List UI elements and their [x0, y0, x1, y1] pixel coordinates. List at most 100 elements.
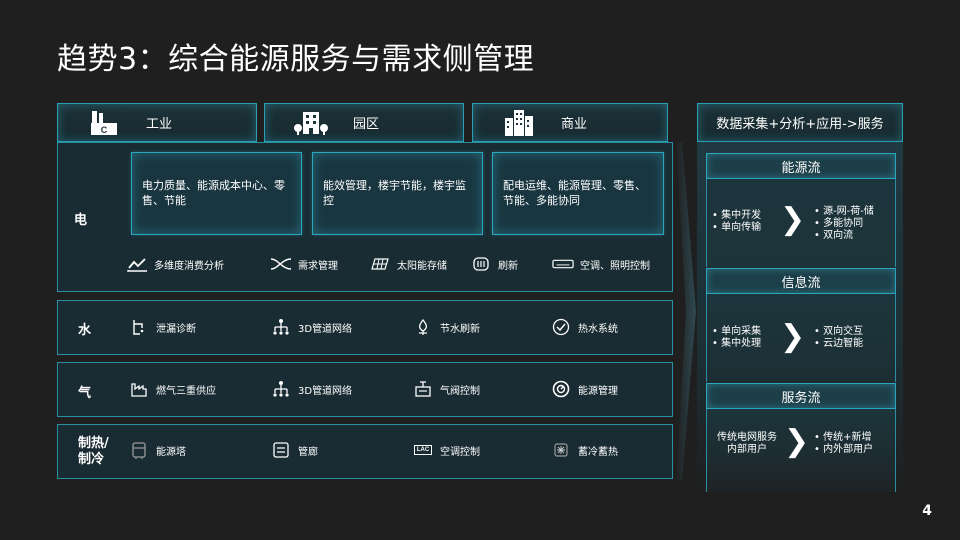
service-flow-left-list: 传统电网服务 内部用户: [712, 432, 782, 456]
pipe-gallery-icon: [270, 441, 292, 459]
building-icon: [291, 108, 331, 138]
list-item: 云边智能: [814, 338, 863, 350]
air-conditioner-icon: [552, 255, 574, 273]
info-flow-left-list: 单向采集 集中处理: [712, 326, 761, 350]
energy-flow-title: 能源流: [706, 153, 896, 179]
item-label: 蓄冷蓄热: [578, 446, 618, 458]
heating-item: 管廊: [270, 441, 318, 459]
electric-commerce-box: 配电运维、能源管理、零售、节能、多能协同: [492, 152, 664, 235]
dial-icon: [550, 380, 572, 398]
water-item: 热水系统: [550, 318, 618, 336]
item-label: 3D管道网络: [298, 323, 353, 335]
item-label: 泄漏诊断: [156, 323, 196, 335]
item-label: 3D管道网络: [298, 385, 353, 397]
service-flow-right-list: 传统+新增 内外部用户: [814, 432, 873, 456]
list-item: 集中处理: [712, 338, 761, 350]
header-label: 商业: [561, 117, 588, 132]
list-item: 单向采集: [712, 326, 761, 338]
electric-item: 多维度消费分析: [126, 255, 224, 273]
factory-icon: C: [84, 108, 124, 138]
solar-panel-icon: [369, 255, 391, 273]
electric-item: 太阳能存储: [369, 255, 447, 273]
header-label: 数据采集+分析+应用->服务: [716, 117, 884, 132]
radiator-icon: [470, 255, 492, 273]
heating-item: 能源塔: [128, 441, 186, 459]
water-item: 泄漏诊断: [128, 318, 196, 336]
energy-flow-left-list: 集中开发 单向传输: [712, 210, 761, 234]
network-icon: [270, 380, 292, 398]
heating-item: 蓄冷蓄热: [550, 441, 618, 459]
water-drop-plant-icon: [412, 318, 434, 336]
electric-label: 电: [74, 213, 88, 228]
storage-icon: [550, 441, 572, 459]
info-flow-title: 信息流: [706, 268, 896, 294]
transition-arrow-icon: [676, 142, 696, 480]
network-icon: [270, 318, 292, 336]
list-item: 多能协同: [814, 218, 874, 230]
item-label: 热水系统: [578, 323, 618, 335]
header-label: 工业: [146, 117, 173, 132]
electric-item: 需求管理: [270, 255, 338, 273]
lac-icon: LAC: [412, 441, 434, 459]
heating-label: 制热/ 制冷: [78, 436, 109, 468]
item-label: 多维度消费分析: [154, 260, 224, 272]
page-title: 趋势3：综合能源服务与需求侧管理: [57, 42, 535, 77]
list-item: 传统+新增: [814, 432, 873, 444]
electric-item: 空调、照明控制: [552, 255, 650, 273]
chevron-right-icon: ❯: [780, 319, 806, 354]
factory-outline-icon: [128, 380, 150, 398]
info-flow-right-list: 双向交互 云边智能: [814, 326, 863, 350]
service-flow-title: 服务流: [706, 383, 896, 409]
list-item: 单向传输: [712, 222, 761, 234]
gauge-check-icon: [550, 318, 572, 336]
header-label: 园区: [353, 117, 380, 132]
water-label: 水: [78, 323, 92, 338]
page-number: 4: [922, 503, 932, 519]
header-commerce: 商业: [472, 103, 668, 142]
item-label: 空调控制: [440, 446, 480, 458]
trend-chart-icon: [126, 255, 148, 273]
list-item: 内外部用户: [814, 444, 873, 456]
gas-item: 能源管理: [550, 380, 618, 398]
list-item: 源-网-荷-储: [814, 206, 874, 218]
item-label: 能源塔: [156, 446, 186, 458]
gas-item: 气阀控制: [412, 380, 480, 398]
valve-icon: [412, 380, 434, 398]
list-item: 双向流: [814, 230, 874, 242]
list-item: 传统电网服务: [717, 432, 777, 443]
item-label: 节水刷新: [440, 323, 480, 335]
gas-item: 3D管道网络: [270, 380, 352, 398]
water-item: 节水刷新: [412, 318, 480, 336]
heating-label-line2: 制冷: [78, 452, 105, 467]
item-label: 燃气三重供应: [156, 385, 216, 397]
item-label: 空调、照明控制: [580, 260, 650, 272]
electric-item: 刷新: [470, 255, 518, 273]
chevron-right-icon: ❯: [784, 424, 810, 459]
lac-icon-text: LAC: [413, 445, 433, 455]
water-item: 3D管道网络: [270, 318, 352, 336]
energy-flow-right-list: 源-网-荷-储 多能协同 双向流: [814, 206, 874, 242]
list-item: 集中开发: [712, 210, 761, 222]
header-industry: C 工业: [57, 103, 257, 142]
item-label: 太阳能存储: [397, 260, 447, 272]
heating-label-line1: 制热/: [78, 436, 109, 451]
svg-text:C: C: [101, 125, 108, 135]
item-label: 刷新: [498, 260, 518, 272]
heating-item: LAC 空调控制: [412, 441, 480, 459]
list-item: 内部用户: [727, 444, 767, 455]
item-label: 需求管理: [298, 260, 338, 272]
header-data-service: 数据采集+分析+应用->服务: [697, 103, 903, 142]
list-item: 双向交互: [814, 326, 863, 338]
header-park: 园区: [264, 103, 464, 142]
tank-icon: [128, 441, 150, 459]
office-towers-icon: [499, 108, 539, 138]
item-label: 气阀控制: [440, 385, 480, 397]
electric-park-box: 能效管理，楼宇节能，楼宇监控: [312, 152, 483, 235]
leak-pipe-icon: [128, 318, 150, 336]
gas-label: 气: [78, 386, 92, 401]
chevron-right-icon: ❯: [780, 202, 806, 237]
item-label: 管廊: [298, 446, 318, 458]
electric-industry-box: 电力质量、能源成本中心、零售、节能: [131, 152, 302, 235]
gas-item: 燃气三重供应: [128, 380, 216, 398]
crossing-arrows-icon: [270, 255, 292, 273]
